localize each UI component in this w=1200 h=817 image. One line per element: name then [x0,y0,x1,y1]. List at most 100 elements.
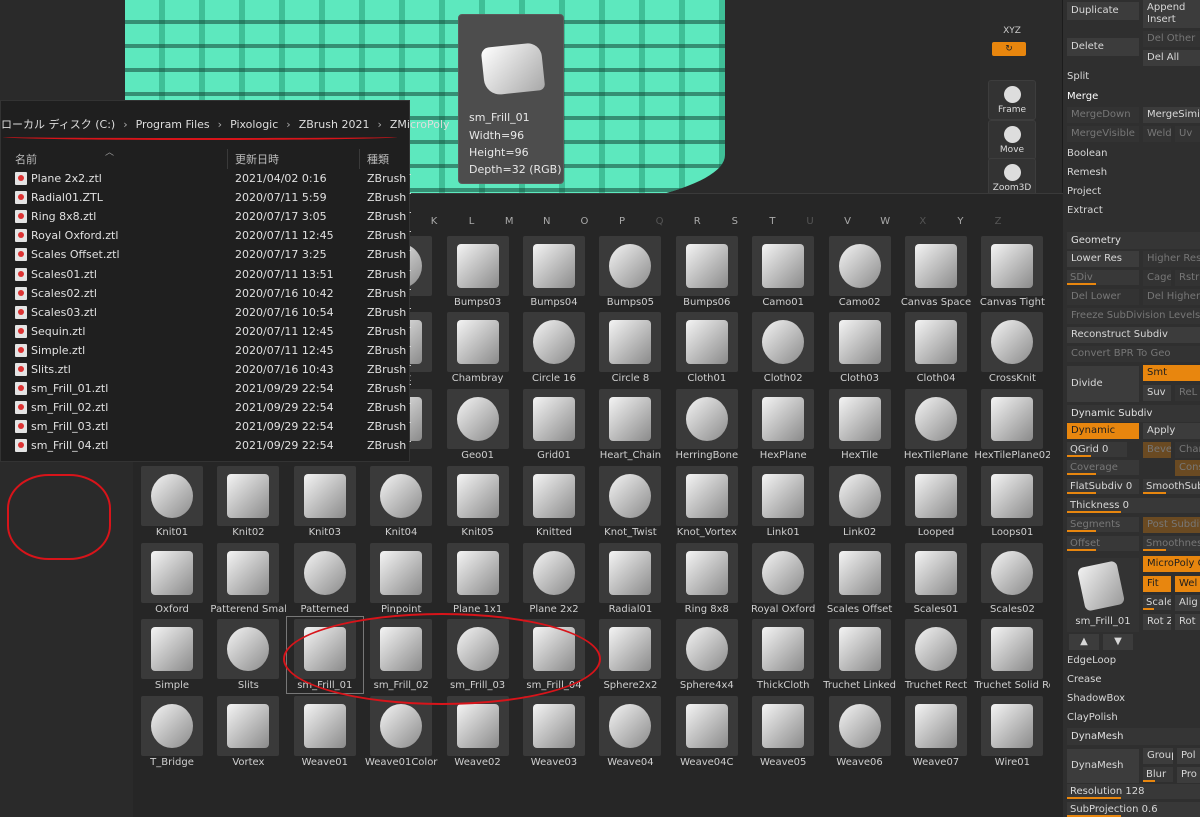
arrow-up-icon[interactable]: ▲ [1069,634,1099,650]
micropoly-tile[interactable]: Oxford [134,541,210,617]
micropoly-tile[interactable]: Weave03 [516,694,592,770]
micropoly-tile[interactable]: Royal Oxford [745,541,821,617]
file-row[interactable]: Radial01.ZTL 2020/07/11 5:59 ZBrush To [1,188,411,207]
zoom3d-button[interactable]: Zoom3D [988,158,1036,198]
thickness-slider[interactable]: Thickness 0 [1067,498,1200,513]
micropoly-tile[interactable]: Patterned [287,541,363,617]
micropoly-tile[interactable]: Weave04 [592,694,668,770]
file-row[interactable]: Plane 2x2.ztl 2021/04/02 0:16 ZBrush To [1,169,411,188]
micropoly-tile[interactable]: Truchet Linked [822,617,898,693]
crease-section[interactable]: Crease [1067,671,1102,688]
col-divider[interactable] [227,149,228,169]
micropoly-tile[interactable]: Looped [898,464,974,540]
micropoly-tile[interactable]: Bumps04 [516,234,592,310]
micropoly-tile[interactable]: Link02 [822,464,898,540]
micropoly-tile[interactable]: Weave06 [822,694,898,770]
file-row[interactable]: sm_Frill_04.ztl 2021/09/29 22:54 ZBrush To [1,436,411,455]
constant-toggle[interactable]: Const [1175,460,1200,476]
polish-toggle[interactable]: Pol [1177,748,1200,764]
qgrid-slider[interactable]: QGrid 0 [1067,442,1127,457]
micropoly-tile[interactable]: Knot_Twist [592,464,668,540]
micropoly-tile[interactable]: Truchet Rect [898,617,974,693]
micropoly-toggle[interactable]: MicroPoly O [1143,556,1200,572]
index-letter[interactable]: V [829,216,867,227]
file-row[interactable]: Ring 8x8.ztl 2020/07/17 3:05 ZBrush To [1,207,411,226]
micropoly-tile[interactable]: Canvas Space [898,234,974,310]
move-button[interactable]: Move [988,120,1036,160]
col-name-header[interactable]: 名前 [15,151,37,167]
flat-subdiv-slider[interactable]: FlatSubdiv 0 [1067,479,1139,494]
file-row[interactable]: Simple.ztl 2020/07/11 12:45 ZBrush To [1,341,411,360]
micropoly-tile[interactable]: ThickCloth [745,617,821,693]
file-row[interactable]: sm_Frill_02.ztl 2021/09/29 22:54 ZBrush To [1,398,411,417]
micropoly-tile[interactable]: Weave05 [745,694,821,770]
micropoly-tile[interactable]: Heart_Chain [592,387,668,463]
index-letter[interactable]: Q [641,216,679,227]
micropoly-tile[interactable]: T_Bridge [134,694,210,770]
micropoly-tile[interactable]: Weave01Color [363,694,439,770]
apply-button[interactable]: Apply [1143,423,1200,439]
micropoly-tile[interactable]: Cloth01 [669,310,745,386]
micropoly-tile[interactable]: Slits [210,617,286,693]
index-letter[interactable]: Y [941,216,979,227]
index-letter[interactable]: T [753,216,791,227]
file-row[interactable]: Royal Oxford.ztl 2020/07/11 12:45 ZBrush T… [1,226,411,245]
resolution-slider[interactable]: Resolution 128 [1067,784,1200,799]
micropoly-tile[interactable]: Scales01 [898,541,974,617]
relax-toggle[interactable]: ReL [1175,385,1200,401]
micropoly-tile[interactable]: Cloth04 [898,310,974,386]
micropoly-tile[interactable]: Bumps06 [669,234,745,310]
frame-button[interactable]: Frame [988,80,1036,120]
micropoly-tile[interactable]: Geo01 [440,387,516,463]
file-row[interactable]: sm_Frill_01.ztl 2021/09/29 22:54 ZBrush To [1,379,411,398]
micropoly-tile[interactable]: Cloth03 [822,310,898,386]
micropoly-tile[interactable]: HexTilePlane02 [974,387,1050,463]
file-row[interactable]: Slits.ztl 2020/07/16 10:43 ZBrush To [1,360,411,379]
micropoly-tile[interactable]: Sphere2x2 [592,617,668,693]
convert-bpr-button[interactable]: Convert BPR To Geo [1067,346,1200,362]
edgeloop-section[interactable]: EdgeLoop [1067,652,1116,669]
micropoly-tile[interactable]: Circle 8 [592,310,668,386]
micropoly-tile[interactable]: Cloth02 [745,310,821,386]
col-type-header[interactable]: 種類 [367,151,389,167]
merge-visible-button[interactable]: MergeVisible [1067,126,1139,142]
micropoly-tile[interactable]: HerringBone [669,387,745,463]
micropoly-tile[interactable]: Link01 [745,464,821,540]
weld-button[interactable]: Weld [1143,126,1171,142]
post-subdiv-toggle[interactable]: Post Subdiv [1143,517,1200,533]
smooth-subdiv-slider[interactable]: SmoothSub [1143,479,1200,494]
local-symmetry-icon[interactable]: ↻ [992,42,1026,56]
offset-slider[interactable]: Offset [1067,536,1139,551]
del-other-button[interactable]: Del Other [1143,31,1200,47]
weld-toggle[interactable]: Wel [1175,576,1200,592]
micropoly-tile[interactable]: Knot_Vortex [669,464,745,540]
cage-button[interactable]: Cage [1143,270,1171,286]
remesh-section[interactable]: Remesh [1067,164,1107,181]
micropoly-tile[interactable]: Grid01 [516,387,592,463]
micropoly-tile[interactable]: Scales Offset [822,541,898,617]
groups-toggle[interactable]: Groups [1143,748,1173,764]
merge-down-button[interactable]: MergeDown [1067,107,1139,123]
file-row[interactable]: Scales01.ztl 2020/07/11 13:51 ZBrush To [1,265,411,284]
xyz-toggle[interactable]: XYZ [988,26,1036,40]
split-button[interactable]: Split [1067,68,1089,85]
arrow-down-icon[interactable]: ▼ [1103,634,1133,650]
chamfer-toggle[interactable]: Chamf [1175,442,1200,458]
micropoly-tile[interactable]: Simple [134,617,210,693]
del-all-button[interactable]: Del All [1143,50,1200,66]
micropoly-tile[interactable]: Bumps03 [440,234,516,310]
micropoly-tile[interactable]: HexTile [822,387,898,463]
fit-toggle[interactable]: Fit [1143,576,1171,592]
file-row[interactable]: Scales Offset.ztl 2020/07/17 3:25 ZBrush T… [1,245,411,264]
dynamic-toggle[interactable]: Dynamic [1067,423,1139,439]
col-date-header[interactable]: 更新日時 [235,151,279,167]
boolean-section[interactable]: Boolean [1067,145,1108,162]
segments-slider[interactable]: Segments [1067,517,1139,532]
breadcrumb-item[interactable]: ZMicroPoly [390,113,450,137]
index-letter[interactable]: L [453,216,491,227]
micropoly-tile[interactable]: Weave01 [287,694,363,770]
file-row[interactable]: Scales03.ztl 2020/07/16 10:54 ZBrush To [1,303,411,322]
micropoly-tile[interactable]: Patterend Smal [210,541,286,617]
micropoly-tile[interactable]: Knit02 [210,464,286,540]
file-row[interactable]: Scales02.ztl 2020/07/16 10:42 ZBrush To [1,284,411,303]
